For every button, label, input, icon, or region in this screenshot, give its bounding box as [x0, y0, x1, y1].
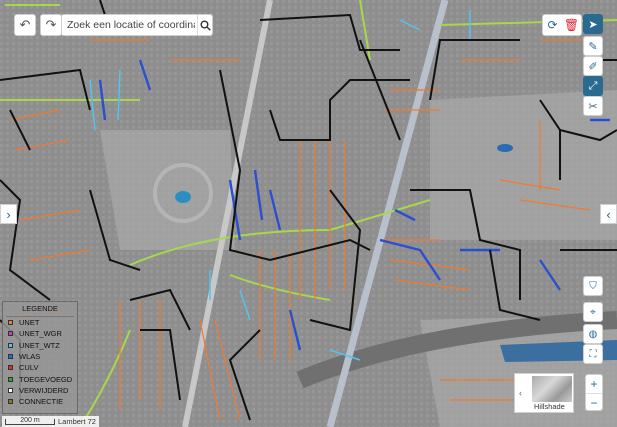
legend-item: UNET_WGR [3, 328, 77, 339]
legend-item: VERWIJDERD [3, 385, 77, 396]
legend-swatch [8, 365, 13, 371]
edit-tool-button[interactable]: ✐ [583, 56, 603, 76]
refresh-button[interactable]: ⟳ [543, 15, 562, 35]
legend-swatch [8, 354, 13, 360]
legend-swatch [8, 320, 13, 326]
globe-icon: ◍ [588, 328, 598, 340]
refresh-icon: ⟳ [547, 18, 558, 32]
hillshade-map[interactable] [0, 0, 617, 427]
legend-item: CULV [3, 362, 77, 373]
basemap-label: Hillshade [534, 402, 565, 411]
projection-label: Lambert 72 [58, 417, 96, 426]
legend-label: CONNECTIE [19, 397, 64, 407]
legend-item: TOEGEVOEGD [3, 373, 77, 384]
legend-item: UNET_WTZ [3, 340, 77, 351]
locate-button[interactable]: ⌖ [583, 302, 603, 322]
legend-swatch [8, 399, 13, 405]
location-pin-icon: ⌖ [590, 306, 596, 318]
redo-button[interactable]: ↷ [40, 14, 62, 36]
edit-icon: ✐ [588, 60, 598, 73]
globe-button[interactable]: ◍ [583, 324, 603, 344]
legend-item: CONNECTIE [3, 396, 77, 407]
undo-icon: ↶ [19, 17, 31, 32]
zoom-control: + − [585, 374, 603, 411]
legend-swatch [8, 376, 13, 382]
scale-distance: 200 m [5, 417, 55, 425]
select-cursor-icon: ➤ [588, 18, 598, 31]
legend-label: VERWIJDERD [19, 385, 69, 395]
basemap-thumbnail [532, 376, 572, 402]
draw-tool-button[interactable]: ✎ [583, 36, 603, 56]
legend-label: WLAS [19, 352, 41, 362]
edit-actions: ⟳ 🗑 [542, 14, 582, 36]
search-icon [200, 20, 211, 31]
legend-label: UNET [19, 318, 40, 328]
legend-label: TOEGEVOEGD [19, 374, 73, 384]
trash-icon: 🗑 [563, 18, 580, 32]
chevron-left-icon[interactable]: ‹ [519, 388, 522, 398]
fullscreen-button[interactable]: ⛶ [583, 344, 603, 364]
scissors-icon: ✂ [588, 100, 598, 113]
basemap-switcher[interactable]: ‹ Hillshade [514, 373, 574, 413]
legend-label: UNET_WGR [19, 329, 62, 339]
chevron-right-icon: › [6, 206, 11, 222]
cut-tool-button[interactable]: ✂ [583, 96, 603, 116]
legend-item: WLAS [3, 351, 77, 362]
fullscreen-icon: ⛶ [589, 348, 597, 360]
legend-swatch [8, 387, 13, 393]
legend-swatch [8, 331, 13, 337]
zoom-in-button[interactable]: + [586, 375, 602, 394]
filter-icon: ⛉ [589, 280, 597, 292]
map-legend: LEGENDE UNET UNET_WGR UNET_WTZ WLAS CULV TOEG… [2, 301, 78, 414]
redo-icon: ↷ [45, 17, 57, 32]
search-button[interactable] [197, 15, 212, 35]
legend-swatch [8, 342, 13, 348]
expand-right-panel-button[interactable]: ‹ [600, 204, 617, 224]
select-tool-button[interactable]: ➤ [583, 14, 603, 34]
connect-icon: ⤢ [588, 79, 598, 92]
chevron-left-icon: ‹ [606, 206, 611, 222]
zoom-out-button[interactable]: − [586, 394, 602, 412]
legend-label: UNET_WTZ [19, 340, 60, 350]
delete-button[interactable]: 🗑 [562, 15, 581, 35]
pencil-icon: ✎ [588, 40, 598, 53]
connect-tool-button[interactable]: ⤢ [583, 76, 603, 96]
scale-bar: 200 m Lambert 72 [2, 416, 99, 427]
legend-label: CULV [19, 363, 39, 373]
legend-title: LEGENDE [6, 302, 74, 317]
search-input[interactable] [62, 15, 197, 35]
search-box [61, 14, 213, 36]
filter-button[interactable]: ⛉ [583, 276, 603, 296]
undo-button[interactable]: ↶ [14, 14, 36, 36]
expand-left-panel-button[interactable]: › [0, 204, 17, 224]
legend-item: UNET [3, 317, 77, 328]
